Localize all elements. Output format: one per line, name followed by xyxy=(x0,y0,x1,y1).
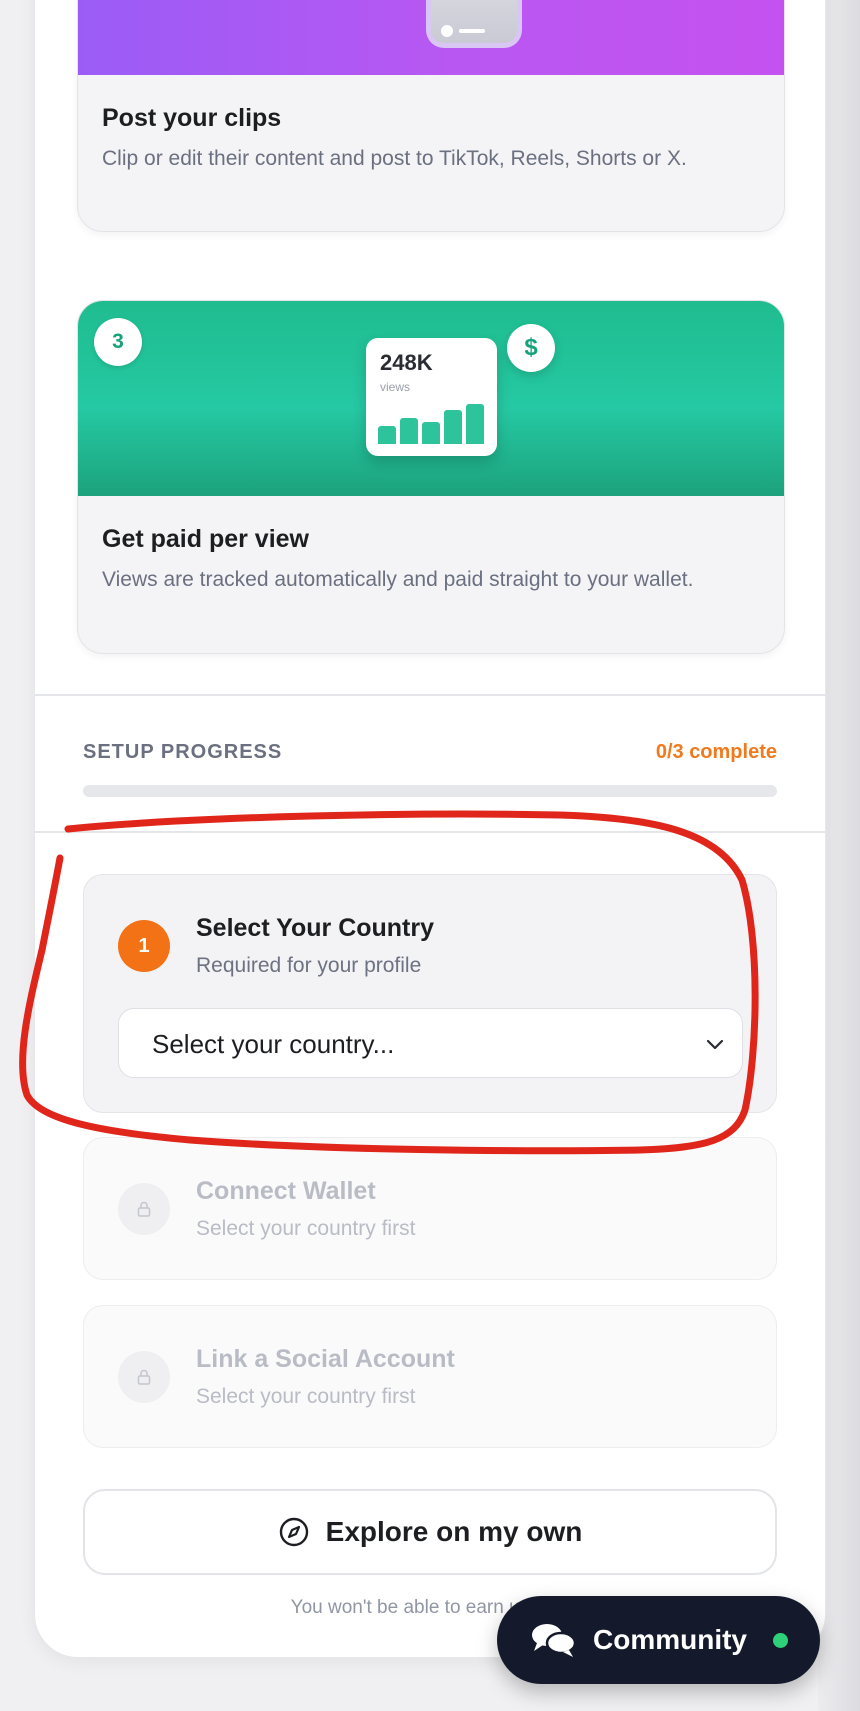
country-select-value: Select your country... xyxy=(152,1029,395,1059)
section-divider xyxy=(35,694,825,696)
task-subtitle: Required for your profile xyxy=(196,954,422,977)
community-label: Community xyxy=(593,1624,747,1655)
get-paid-banner: 3 248K views $ xyxy=(78,301,784,496)
task-connect-wallet: Connect Wallet Select your country first xyxy=(83,1137,777,1280)
mini-bar xyxy=(466,404,484,444)
mini-bar xyxy=(444,410,462,444)
mini-bar xyxy=(422,422,440,444)
step-number-badge: 3 xyxy=(94,318,142,366)
compass-icon xyxy=(279,1517,308,1547)
online-status-dot xyxy=(773,1633,788,1648)
views-stat-label: views xyxy=(380,380,411,394)
setup-progress-count: 0/3 complete xyxy=(655,741,777,763)
phone-caption-line xyxy=(459,29,485,33)
task-subtitle: Select your country first xyxy=(196,1385,416,1408)
phone-avatar-dot xyxy=(441,25,453,37)
lock-icon xyxy=(118,1351,170,1403)
task-link-social: Link a Social Account Select your countr… xyxy=(83,1305,777,1448)
post-clips-banner xyxy=(78,0,784,75)
task-title: Link a Social Account xyxy=(196,1345,455,1373)
lock-icon xyxy=(118,1183,170,1235)
step-description: Views are tracked automatically and paid… xyxy=(102,568,694,591)
setup-progress-label: SETUP PROGRESS xyxy=(83,741,283,763)
mini-bar xyxy=(378,426,396,444)
task-number-badge: 1 xyxy=(118,920,170,972)
chevron-down-icon xyxy=(706,1039,724,1050)
step-card-post-clips: Post your clips Clip or edit their conte… xyxy=(77,0,785,232)
step-title: Post your clips xyxy=(102,104,282,132)
step-description: Clip or edit their content and post to T… xyxy=(102,147,687,170)
step-title: Get paid per view xyxy=(102,525,310,553)
dollar-icon: $ xyxy=(507,324,555,372)
section-divider xyxy=(35,831,825,833)
chat-bubbles-icon xyxy=(532,1624,577,1657)
community-button[interactable]: Community xyxy=(497,1596,820,1684)
task-title: Connect Wallet xyxy=(196,1177,376,1205)
views-stat-value: 248K xyxy=(380,350,433,375)
onboarding-panel: Post your clips Clip or edit their conte… xyxy=(34,0,826,1658)
explore-on-my-own-button[interactable]: Explore on my own xyxy=(83,1489,777,1575)
views-stat-card: 248K views xyxy=(366,338,497,456)
mini-bar xyxy=(400,418,418,444)
views-mini-bar-chart xyxy=(378,398,486,444)
step-card-get-paid: 3 248K views $ Get paid per view Views a… xyxy=(77,300,785,654)
task-subtitle: Select your country first xyxy=(196,1217,416,1240)
task-title: Select Your Country xyxy=(196,914,435,942)
explore-button-label: Explore on my own xyxy=(325,1516,583,1547)
setup-progress-bar xyxy=(83,785,777,797)
phone-illustration xyxy=(426,0,522,48)
task-select-country: 1 Select Your Country Required for your … xyxy=(83,874,777,1113)
country-select[interactable]: Select your country... xyxy=(118,1008,743,1078)
